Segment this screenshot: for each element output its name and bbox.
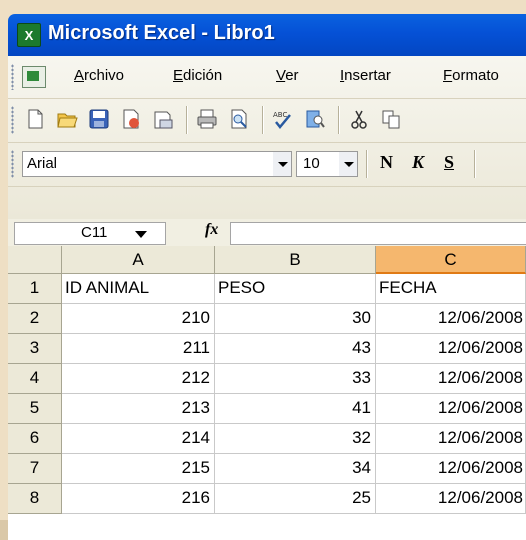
cell-c6[interactable]: 12/06/2008 (376, 424, 526, 454)
research-icon[interactable] (304, 108, 326, 130)
menu-insertar[interactable]: Insertar (340, 67, 391, 84)
name-box-value: C11 (81, 224, 108, 241)
insert-function-icon[interactable]: fx (205, 221, 218, 239)
font-size-select[interactable]: 10 (296, 151, 358, 177)
email-icon[interactable] (152, 108, 174, 130)
workbook-menu-icon[interactable] (22, 66, 46, 88)
spreadsheet-grid: A B C 1 ID ANIMAL PESO FECHA 2 210 30 12… (8, 246, 526, 540)
cell-b3[interactable]: 43 (215, 334, 376, 364)
column-header-a[interactable]: A (62, 246, 215, 274)
copy-icon[interactable] (380, 108, 402, 130)
cell-c2[interactable]: 12/06/2008 (376, 304, 526, 334)
print-icon[interactable] (196, 108, 218, 130)
font-size-value: 10 (303, 155, 320, 172)
cut-icon[interactable] (348, 108, 370, 130)
print-preview-icon[interactable] (228, 108, 250, 130)
toolbar-separator (338, 106, 339, 134)
cell-b5[interactable]: 41 (215, 394, 376, 424)
cell-a8[interactable]: 216 (62, 484, 215, 514)
svg-text:ABC: ABC (273, 111, 287, 119)
cell-a6[interactable]: 214 (62, 424, 215, 454)
underline-button[interactable]: S (444, 152, 454, 173)
page-edge (0, 520, 8, 540)
cell-b7[interactable]: 34 (215, 454, 376, 484)
menu-bar: Archivo Edición Ver Insertar Formato (8, 56, 526, 99)
excel-window: X Microsoft Excel - Libro1 Archivo Edici… (0, 0, 526, 540)
standard-toolbar: ABC (8, 98, 526, 143)
font-name-select[interactable]: Arial (22, 151, 292, 177)
row-header[interactable]: 4 (8, 364, 62, 394)
select-all-corner[interactable] (8, 246, 62, 274)
formula-bar: C11 fx (8, 219, 526, 246)
cell-c1[interactable]: FECHA (376, 274, 526, 304)
italic-button[interactable]: K (412, 152, 424, 173)
cell-b8[interactable]: 25 (215, 484, 376, 514)
column-header-b[interactable]: B (215, 246, 376, 274)
cell-b2[interactable]: 30 (215, 304, 376, 334)
cell-a3[interactable]: 211 (62, 334, 215, 364)
cell-c8[interactable]: 12/06/2008 (376, 484, 526, 514)
title-bar: X Microsoft Excel - Libro1 (8, 14, 526, 56)
toolbar-separator (262, 106, 263, 134)
formatting-toolbar: Arial 10 N K S (8, 142, 526, 187)
format-gripper-icon[interactable] (11, 150, 14, 178)
toolbar-gripper-icon[interactable] (11, 106, 14, 134)
cell-c4[interactable]: 12/06/2008 (376, 364, 526, 394)
command-bars: Archivo Edición Ver Insertar Formato ABC… (8, 56, 526, 219)
row-header[interactable]: 5 (8, 394, 62, 424)
save-icon[interactable] (88, 108, 110, 130)
row-header[interactable]: 8 (8, 484, 62, 514)
open-icon[interactable] (56, 108, 78, 130)
menu-ver[interactable]: Ver (276, 67, 299, 84)
menu-archivo[interactable]: Archivo (74, 67, 124, 84)
name-box[interactable]: C11 (14, 222, 166, 245)
cell-b1[interactable]: PESO (215, 274, 376, 304)
toolbar-separator (474, 150, 475, 178)
new-icon[interactable] (24, 108, 46, 130)
toolbar-separator (366, 150, 367, 178)
cell-a5[interactable]: 213 (62, 394, 215, 424)
toolbar-separator (186, 106, 187, 134)
row-header[interactable]: 2 (8, 304, 62, 334)
chevron-down-icon[interactable] (135, 231, 147, 238)
menu-gripper-icon[interactable] (11, 64, 14, 90)
bold-button[interactable]: N (380, 152, 393, 173)
row-header[interactable]: 1 (8, 274, 62, 304)
menu-edicion[interactable]: Edición (173, 67, 222, 84)
cell-a7[interactable]: 215 (62, 454, 215, 484)
cell-b6[interactable]: 32 (215, 424, 376, 454)
menu-formato[interactable]: Formato (443, 67, 499, 84)
row-header[interactable]: 3 (8, 334, 62, 364)
cell-a4[interactable]: 212 (62, 364, 215, 394)
cell-a2[interactable]: 210 (62, 304, 215, 334)
excel-icon[interactable]: X (17, 23, 41, 47)
permission-icon[interactable] (120, 108, 142, 130)
font-name-value: Arial (27, 155, 58, 172)
window-title: Microsoft Excel - Libro1 (48, 22, 275, 44)
spelling-icon[interactable]: ABC (272, 108, 294, 130)
formula-input[interactable] (230, 222, 526, 245)
chevron-down-icon[interactable] (273, 152, 291, 176)
row-header[interactable]: 7 (8, 454, 62, 484)
chevron-down-icon[interactable] (339, 152, 357, 176)
cell-c3[interactable]: 12/06/2008 (376, 334, 526, 364)
cell-c7[interactable]: 12/06/2008 (376, 454, 526, 484)
cell-a1[interactable]: ID ANIMAL (62, 274, 215, 304)
column-header-c[interactable]: C (376, 246, 526, 274)
cell-c5[interactable]: 12/06/2008 (376, 394, 526, 424)
cell-b4[interactable]: 33 (215, 364, 376, 394)
row-header[interactable]: 6 (8, 424, 62, 454)
